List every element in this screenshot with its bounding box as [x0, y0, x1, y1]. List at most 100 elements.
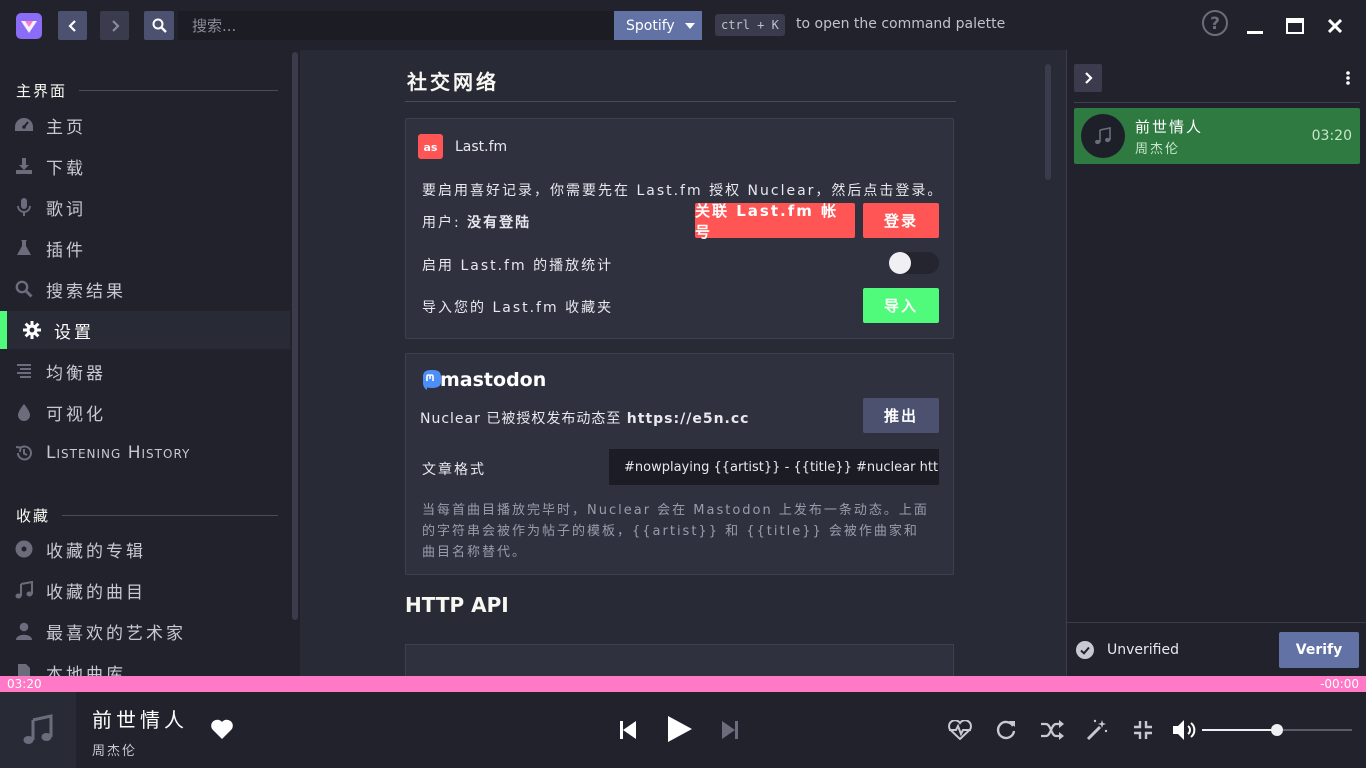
music-note-icon — [14, 580, 34, 600]
sidebar-item-label: 下载 — [46, 158, 86, 179]
mute-button[interactable] — [1172, 718, 1198, 742]
divider — [405, 101, 956, 102]
search-input[interactable] — [178, 11, 614, 40]
sidebar-item-equalizer[interactable]: 均衡器 — [0, 352, 290, 390]
lastfm-icon: as — [418, 134, 443, 159]
sidebar-scrollbar[interactable] — [292, 52, 298, 620]
remaining-time: -00:00 — [1320, 677, 1359, 691]
mastodon-auth-text: Nuclear 已被授权发布动态至 https://e5n.cc — [420, 408, 749, 428]
shuffle-button[interactable] — [1039, 718, 1065, 742]
history-icon — [14, 443, 34, 463]
minimize-icon — [1247, 31, 1263, 34]
sidebar-item-local-library[interactable]: 本地曲库 — [0, 653, 290, 676]
search-source-select[interactable]: Spotify — [614, 11, 702, 40]
sidebar-item-label: 可视化 — [46, 404, 106, 425]
queue-menu-button[interactable] — [1339, 66, 1357, 90]
sidebar-item-label: 均衡器 — [46, 363, 106, 384]
mastodon-name: mastodon — [440, 369, 547, 391]
maximize-button[interactable] — [1281, 13, 1309, 39]
visualizer-toggle[interactable] — [947, 718, 973, 742]
sidebar-item-favorite-albums[interactable]: 收藏的专辑 — [0, 530, 290, 568]
magic-wand-icon — [1086, 719, 1108, 741]
flask-icon — [14, 238, 34, 258]
sidebar-item-search-results[interactable]: 搜索结果 — [0, 270, 290, 308]
more-vertical-icon — [1346, 71, 1350, 85]
queue-item-thumbnail — [1081, 114, 1125, 158]
collapse-queue-button[interactable] — [1074, 64, 1102, 92]
sidebar-item-label: 最喜欢的艺术家 — [46, 623, 186, 644]
sidebar-item-favorite-artists[interactable]: 最喜欢的艺术家 — [0, 612, 290, 650]
help-icon: ? — [1202, 10, 1228, 36]
import-label: 导入您的 Last.fm 收藏夹 — [422, 300, 614, 316]
sidebar-item-lyrics[interactable]: 歌词 — [0, 188, 290, 226]
app-logo-icon[interactable] — [16, 13, 42, 39]
droplet-icon — [14, 402, 34, 422]
queue-panel: 前世情人 周杰伦 03:20 Unverified Verify — [1066, 50, 1366, 676]
gear-icon — [22, 320, 42, 340]
next-button[interactable] — [721, 720, 739, 740]
queue-item-artist: 周杰伦 — [1135, 142, 1181, 157]
sidebar-item-visualizer[interactable]: 可视化 — [0, 393, 290, 431]
sidebar-item-home[interactable]: 主页 — [0, 106, 290, 144]
file-audio-icon — [14, 662, 34, 676]
heartbeat-icon — [948, 720, 972, 740]
chevron-right-icon — [111, 19, 120, 32]
http-api-card — [405, 644, 954, 676]
seek-bar[interactable]: 03:20 -00:00 — [0, 676, 1366, 692]
volume-slider[interactable] — [1202, 724, 1352, 736]
maximize-icon — [1286, 18, 1304, 34]
check-circle-icon — [1076, 641, 1094, 659]
mastodon-description: 当每首曲目播放完毕时，Nuclear 会在 Mastodon 上发布一条动态。上… — [422, 503, 929, 560]
lastfm-user-row: 用户: 没有登陆 — [422, 212, 531, 232]
sidebar-section-label: 收藏 — [16, 507, 51, 525]
lastfm-info: 要启用喜好记录，你需要先在 Last.fm 授权 Nuclear，然后点击登录。 — [422, 183, 944, 199]
sidebar-item-label: 主页 — [46, 117, 86, 138]
minimize-button[interactable] — [1241, 13, 1269, 39]
search-source-label: Spotify — [626, 17, 675, 34]
chevron-left-icon — [67, 19, 76, 32]
mastodon-logo: mastodon — [420, 367, 546, 393]
sidebar-item-settings[interactable]: 设置 — [0, 311, 290, 349]
play-button[interactable] — [666, 714, 694, 744]
top-bar: Spotify ctrl + K to open the command pal… — [0, 0, 1366, 50]
sidebar-item-listening-history[interactable]: Listening History — [0, 434, 290, 472]
mini-player-button[interactable] — [1131, 718, 1155, 742]
scrobble-toggle[interactable] — [889, 252, 939, 274]
main-scrollbar[interactable] — [1045, 64, 1051, 180]
sidebar-section-main: 主界面 — [16, 80, 278, 101]
mastodon-server: https://e5n.cc — [626, 411, 750, 427]
verify-button[interactable]: Verify — [1279, 632, 1359, 668]
user-icon — [14, 621, 34, 641]
volume-handle[interactable] — [1271, 724, 1283, 736]
close-button[interactable] — [1321, 13, 1349, 39]
login-button[interactable]: 登录 — [863, 203, 939, 238]
lastfm-card: as Last.fm 要启用喜好记录，你需要先在 Last.fm 授权 Nucl… — [405, 118, 954, 339]
sidebar-item-plugins[interactable]: 插件 — [0, 229, 290, 267]
repeat-button[interactable] — [994, 718, 1018, 742]
previous-button[interactable] — [619, 720, 637, 740]
search-icon — [152, 18, 167, 33]
connect-lastfm-button[interactable]: 关联 Last.fm 帐号 — [695, 202, 855, 241]
sidebar-section-label: 主界面 — [16, 82, 68, 100]
sidebar: 主界面 主页 下载 歌词 插件 搜索结果 设置 均衡器 可视化 Listenin… — [0, 50, 300, 676]
sidebar-item-downloads[interactable]: 下载 — [0, 147, 290, 185]
sidebar-item-label: 本地曲库 — [46, 664, 126, 677]
sidebar-item-favorite-tracks[interactable]: 收藏的曲目 — [0, 571, 290, 609]
post-format-input[interactable] — [609, 449, 939, 485]
logout-button[interactable]: 推出 — [863, 398, 939, 433]
svg-text:as: as — [424, 141, 438, 153]
sidebar-item-label: 搜索结果 — [46, 281, 126, 302]
microphone-icon — [14, 197, 34, 217]
favorite-button[interactable] — [210, 718, 234, 740]
now-playing-cover[interactable] — [0, 692, 76, 768]
back-button[interactable] — [58, 11, 87, 40]
sidebar-item-label: 设置 — [54, 322, 94, 343]
forward-button[interactable] — [100, 11, 129, 40]
equalizer-icon — [14, 361, 34, 381]
help-button[interactable]: ? — [1201, 10, 1229, 36]
divider — [1074, 102, 1360, 103]
queue-item[interactable]: 前世情人 周杰伦 03:20 — [1074, 108, 1360, 164]
auto-radio-button[interactable] — [1085, 718, 1109, 742]
import-button[interactable]: 导入 — [863, 288, 939, 323]
search-button[interactable] — [144, 11, 174, 40]
